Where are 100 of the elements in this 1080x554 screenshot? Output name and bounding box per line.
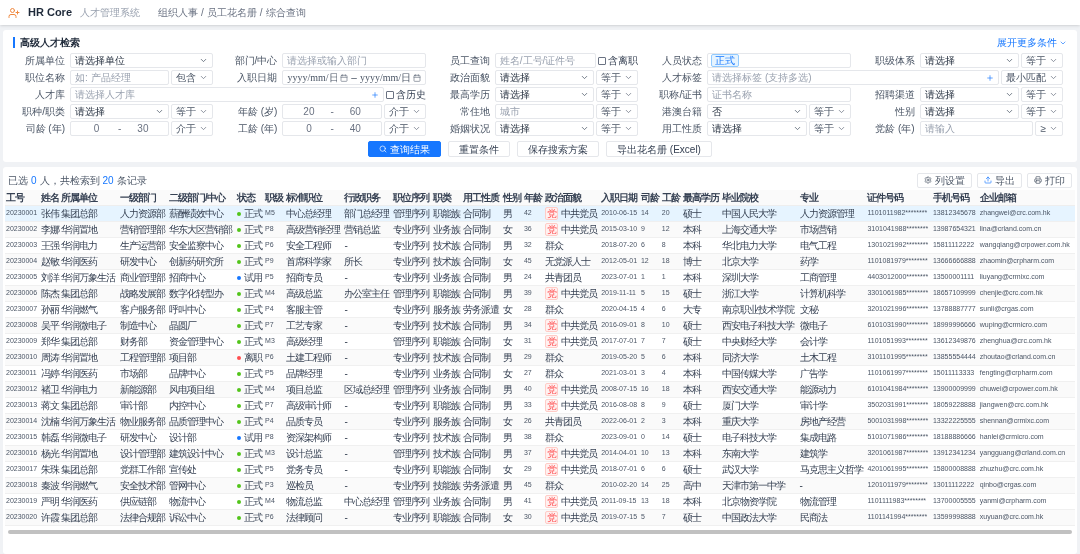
table-cell: 资金管理中心 [168,333,236,350]
table-cell: 电子科技大学 [721,429,799,446]
end-date-input[interactable]: yyyy/mm/日 [359,70,410,85]
breadcrumb-item[interactable]: 综合查询 [265,5,306,20]
column-header[interactable]: 所属单位 [60,190,119,206]
column-header[interactable]: 手机号码 [931,190,979,206]
operator-select[interactable]: 等于 [808,121,851,136]
input-field[interactable]: 请输入 [919,121,1034,136]
input-field[interactable]: 如: 产品经理 [70,70,170,85]
input-field[interactable]: 请选择或输入部门 [282,53,426,68]
breadcrumb-item[interactable]: 组织人事 [158,5,198,20]
column-header[interactable]: 专业 [798,190,867,206]
range-end-input[interactable]: 60 [333,104,377,119]
column-header[interactable]: 工号 [5,190,40,206]
status-text: 正式 [243,511,262,525]
operator-select[interactable]: 最小匹配 [1001,70,1063,85]
select-field[interactable]: 请选择 [70,104,170,119]
range-end-input[interactable]: 30 [121,121,165,136]
table-cell: 硕士 [681,461,722,478]
column-header[interactable]: 职级 [264,190,285,206]
input-field[interactable]: 证书名称 [707,87,851,102]
operator-select[interactable]: 等于 [596,70,639,85]
checkbox[interactable]: 含离职 [598,53,639,68]
operator-select[interactable]: 介于 [171,121,214,136]
start-date-input[interactable]: yyyy/mm/日 [287,70,338,85]
select-field[interactable]: 请选择 [494,87,595,102]
column-header[interactable]: 一级部门 [118,190,168,206]
table-cell: 管理序列 [392,493,433,510]
operator-select[interactable]: 等于 [596,104,639,119]
column-header[interactable]: 二级部门/中心 [168,190,236,206]
expand-link[interactable]: 展开更多条件 [997,35,1067,50]
action-button[interactable]: 导出花名册 (Excel) [606,141,712,157]
operator-select[interactable]: 等于 [1021,87,1063,102]
column-header[interactable]: 政治面貌 [543,190,601,206]
column-header[interactable]: 性别 [502,190,523,206]
select-field[interactable]: 请选择 [707,121,807,136]
action-button[interactable]: 重置条件 [448,141,511,157]
search-button[interactable]: 查询结果 [368,141,442,157]
range-start-input[interactable]: 0 [287,121,331,136]
table-cell: 资深架构师 [284,429,344,446]
toolbar-button[interactable]: 导出 [977,172,1022,188]
table-cell: 宣传处 [168,461,236,478]
select-field[interactable]: 请选择 [494,70,595,85]
toolbar-button[interactable]: 打印 [1027,172,1072,188]
select-field[interactable]: 请选择 [919,87,1019,102]
input-field[interactable]: 姓名/工号/证件号 [494,53,597,68]
select-field[interactable]: 请选择 [919,53,1019,68]
column-header[interactable]: 年龄 [522,190,544,206]
range-field[interactable]: 20 - 60 [282,104,382,119]
column-header[interactable]: 状态 [235,190,265,206]
operator-select[interactable]: ≥ [1035,121,1063,136]
range-start-input[interactable]: 20 [287,104,331,119]
column-header[interactable]: 用工性质 [462,190,503,206]
range-field[interactable]: 0 - 40 [282,121,382,136]
column-header[interactable]: 最高学历 [681,190,722,206]
checkbox[interactable]: 含历史 [385,87,426,102]
select-field[interactable]: 否 [707,104,807,119]
tag-field[interactable]: 正式 [707,53,851,68]
column-header[interactable]: 职类 [432,190,463,206]
operator-select[interactable]: 介于 [383,121,426,136]
range-field[interactable]: 0 - 30 [70,121,170,136]
operator-select[interactable]: 等于 [596,87,639,102]
column-header[interactable]: 毕业院校 [721,190,799,206]
column-header[interactable]: 司龄 [639,190,661,206]
table-cell: 技能族 [432,477,463,494]
political-status-text: 中共党员 [560,495,597,509]
operator-select[interactable]: 等于 [596,121,639,136]
field-label: 员工查询 [448,54,490,68]
operator-select[interactable]: 等于 [1021,104,1063,119]
column-header[interactable]: 工龄 [660,190,682,206]
range-start-input[interactable]: 0 [75,121,119,136]
horizontal-scrollbar[interactable] [8,530,1072,534]
date-range-field[interactable]: yyyy/mm/日 – yyyy/mm/日 [282,70,426,85]
party-badge: 党 [544,511,558,524]
select-field[interactable]: 请选择 [919,104,1019,119]
range-end-input[interactable]: 40 [333,121,377,136]
operator-select[interactable]: 介于 [383,104,426,119]
column-header[interactable]: 入职日期 [600,190,640,206]
column-header[interactable]: 企业邮箱 [978,190,1075,206]
select-field[interactable]: 请选择 [494,121,595,136]
input-field[interactable]: 城市 [494,104,595,119]
action-button[interactable]: 保存搜索方案 [517,141,600,157]
toolbar-button[interactable]: 列设置 [917,172,972,188]
operator-select[interactable]: 等于 [1021,53,1063,68]
table-cell: 西安交通大学 [721,381,799,398]
table-cell: 专业序列 [392,413,433,430]
column-header[interactable]: 标准职位 [284,190,344,206]
breadcrumb-item[interactable]: 员工花名册 [206,5,257,20]
column-header[interactable]: 行政职务 [343,190,393,206]
operator-select[interactable]: 等于 [171,104,214,119]
select-field[interactable]: 请选择单位 [70,53,214,68]
column-header[interactable]: 证件号码 [866,190,932,206]
table-cell: 部门总经理 [343,205,393,222]
table-cell: 华润电力 [60,381,119,398]
column-header[interactable]: 姓名 [39,190,61,206]
operator-select[interactable]: 包含 [171,70,214,85]
operator-select[interactable]: 等于 [808,104,851,119]
party-badge: 党 [544,399,558,412]
table-cell: 技术族 [432,253,463,270]
column-header[interactable]: 职位序列 [392,190,433,206]
